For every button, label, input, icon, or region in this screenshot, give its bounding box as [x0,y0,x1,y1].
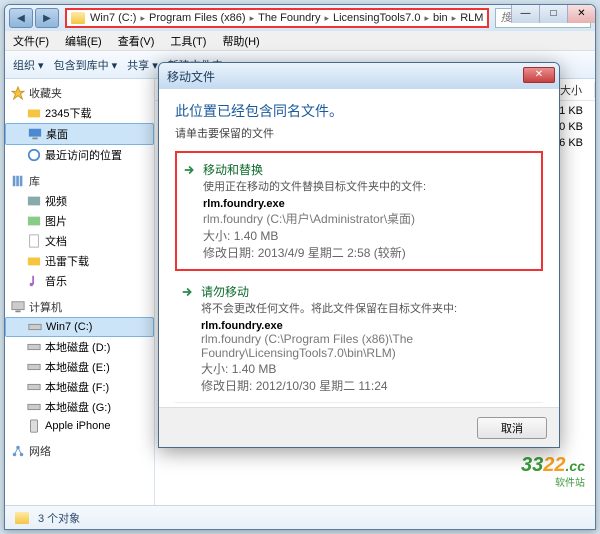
addr-seg-5[interactable]: RLM [460,12,483,24]
sidebar-item-drive-g[interactable]: 本地磁盘 (G:) [5,397,154,417]
sidebar-item-drive-c[interactable]: Win7 (C:) [5,317,154,337]
statusbar: 3 个对象 [5,505,595,529]
option-move-replace[interactable]: 移动和替换 使用正在移动的文件替换目标文件夹中的文件: rlm.foundry.… [175,151,543,271]
recent-icon [27,148,41,162]
sidebar-item-video[interactable]: 视频 [5,191,154,211]
drive-icon [28,320,42,334]
dialog-footer: 取消 [159,407,559,447]
drive-icon [27,400,41,414]
folder-icon [27,254,41,268]
sidebar-item-desktop[interactable]: 桌面 [5,123,154,145]
move-file-dialog: 移动文件 ✕ 此位置已经包含同名文件。 请单击要保留的文件 移动和替换 使用正在… [158,62,560,448]
tool-organize[interactable]: 组织 ▾ [13,57,44,73]
sidebar-network-label: 网络 [29,443,51,459]
sidebar-item-drive-f[interactable]: 本地磁盘 (F:) [5,377,154,397]
addr-seg-2[interactable]: The Foundry [258,12,320,24]
minimize-button[interactable]: — [511,5,539,23]
folder-icon [71,12,85,24]
folder-icon [27,106,41,120]
tool-include[interactable]: 包含到库中 ▾ [54,57,118,73]
dialog-title-text: 移动文件 [167,68,215,85]
doc-icon [27,234,41,248]
option-keep-both[interactable]: 移动，但保留这两个文件 会将正在移动的文件重命名为 "rlm.foundry (… [175,403,543,407]
addr-seg-4[interactable]: bin [433,12,448,24]
sidebar-favorites-label: 收藏夹 [29,85,62,101]
library-icon [11,174,25,188]
sidebar-libs-head[interactable]: 库 [5,171,154,191]
tool-share[interactable]: 共享 ▾ [127,57,158,73]
arrow-icon [181,285,195,299]
maximize-button[interactable]: □ [539,5,567,23]
nav-forward-button[interactable]: ▶ [35,8,59,28]
addr-seg-1[interactable]: Program Files (x86) [149,12,246,24]
cancel-button[interactable]: 取消 [477,417,547,439]
drive-icon [27,360,41,374]
music-icon [27,274,41,288]
dialog-close-button[interactable]: ✕ [523,67,555,83]
arrow-icon [183,163,197,177]
phone-icon [27,419,41,433]
sidebar-item-pictures[interactable]: 图片 [5,211,154,231]
watermark-sub: 软件站 [555,474,585,489]
desktop-icon [28,127,42,141]
network-icon [11,444,25,458]
sidebar: 收藏夹 2345下载 桌面 最近访问的位置 库 视频 图片 文档 迅雷下载 音乐 [5,79,155,505]
sidebar-item-docs[interactable]: 文档 [5,231,154,251]
sidebar-item-drive-d[interactable]: 本地磁盘 (D:) [5,337,154,357]
sidebar-item-drive-e[interactable]: 本地磁盘 (E:) [5,357,154,377]
menu-file[interactable]: 文件(F) [5,33,57,49]
menubar: 文件(F) 编辑(E) 查看(V) 工具(T) 帮助(H) [5,31,595,51]
addr-seg-3[interactable]: LicensingTools7.0 [333,12,420,24]
sidebar-computer-head[interactable]: 计算机 [5,297,154,317]
drive-icon [27,380,41,394]
folder-icon [15,512,29,524]
sidebar-item-iphone[interactable]: Apple iPhone [5,417,154,435]
dialog-subheading: 请单击要保留的文件 [175,125,543,141]
sidebar-item-music[interactable]: 音乐 [5,271,154,291]
option-dont-move[interactable]: 请勿移动 将不会更改任何文件。将此文件保留在目标文件夹中: rlm.foundr… [175,275,543,403]
picture-icon [27,214,41,228]
status-text: 3 个对象 [38,510,80,526]
menu-tools[interactable]: 工具(T) [162,33,214,49]
menu-help[interactable]: 帮助(H) [214,33,267,49]
addr-seg-0[interactable]: Win7 (C:) [90,12,136,24]
sidebar-item-thunder[interactable]: 迅雷下载 [5,251,154,271]
nav-back-button[interactable]: ◀ [9,8,33,28]
computer-icon [11,300,25,314]
star-icon [11,86,25,100]
titlebar: ◀ ▶ Win7 (C:)▸ Program Files (x86)▸ The … [5,5,595,31]
sidebar-libs-label: 库 [29,173,40,189]
dialog-titlebar[interactable]: 移动文件 ✕ [159,63,559,89]
dialog-body: 此位置已经包含同名文件。 请单击要保留的文件 移动和替换 使用正在移动的文件替换… [159,89,559,407]
sidebar-item-recent[interactable]: 最近访问的位置 [5,145,154,165]
drive-icon [27,340,41,354]
window-controls: — □ ✕ [511,5,595,23]
menu-edit[interactable]: 编辑(E) [57,33,110,49]
close-button[interactable]: ✕ [567,5,595,23]
sidebar-network-head[interactable]: 网络 [5,441,154,461]
sidebar-computer-label: 计算机 [29,299,62,315]
dialog-heading: 此位置已经包含同名文件。 [175,101,543,121]
address-bar[interactable]: Win7 (C:)▸ Program Files (x86)▸ The Foun… [65,8,489,28]
sidebar-favorites-head[interactable]: 收藏夹 [5,83,154,103]
menu-view[interactable]: 查看(V) [110,33,163,49]
video-icon [27,194,41,208]
sidebar-item-2345[interactable]: 2345下载 [5,103,154,123]
